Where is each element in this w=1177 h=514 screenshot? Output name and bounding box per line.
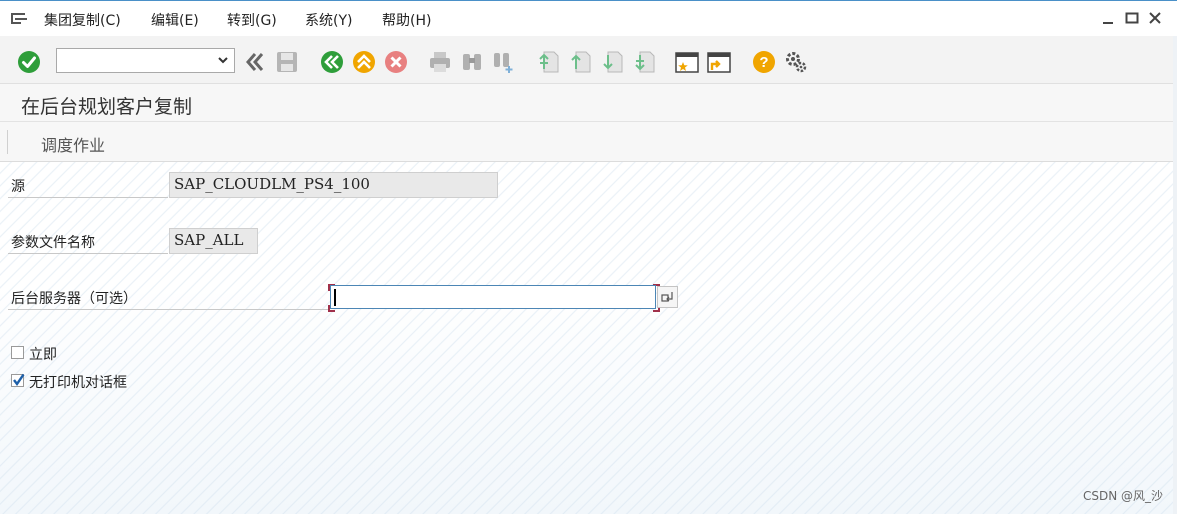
value-help-icon (661, 292, 673, 302)
minimize-icon[interactable] (1101, 11, 1115, 25)
find-icon[interactable] (460, 50, 484, 74)
menu-bar: 集团复制(C) 编辑(E) 转到(G) 系统(Y) 帮助(H) (0, 0, 1177, 36)
chevron-down-icon[interactable] (218, 56, 228, 64)
first-page-icon[interactable] (536, 50, 560, 74)
window-right-border (1173, 36, 1177, 514)
maximize-icon[interactable] (1125, 11, 1139, 25)
standard-toolbar: ? (0, 36, 1177, 84)
exit-icon[interactable] (352, 50, 376, 74)
server-input-wrapper (328, 284, 660, 312)
text-cursor (334, 289, 336, 306)
server-label-underline (8, 309, 328, 310)
double-chevron-left-icon[interactable] (243, 50, 267, 74)
shortcut-icon[interactable] (707, 50, 731, 74)
menu-edit[interactable]: 编辑(E) (151, 10, 199, 30)
checkmark-icon (13, 373, 25, 387)
last-page-icon[interactable] (632, 50, 656, 74)
help-icon[interactable]: ? (752, 50, 776, 74)
page-title: 在后台规划客户复制 (21, 96, 193, 118)
schedule-job-button[interactable]: 调度作业 (41, 132, 105, 156)
save-icon[interactable] (275, 50, 299, 74)
new-session-icon[interactable] (675, 50, 699, 74)
next-page-icon[interactable] (600, 50, 624, 74)
menu-icon[interactable] (11, 12, 27, 25)
profile-field: SAP_ALL (169, 228, 258, 254)
immediate-checkbox[interactable] (11, 346, 24, 359)
cancel-icon[interactable] (384, 50, 408, 74)
content-area (0, 162, 1177, 514)
no-print-dialog-checkbox[interactable] (11, 373, 25, 387)
title-bar: 在后台规划客户复制 (0, 84, 1177, 122)
immediate-label: 立即 (29, 347, 57, 363)
settings-gear-icon[interactable] (784, 50, 808, 74)
server-label: 后台服务器（可选） (11, 291, 137, 307)
enter-checkmark-icon[interactable] (17, 50, 41, 74)
application-toolbar: 调度作业 (0, 122, 1177, 162)
menu-goto[interactable]: 转到(G) (227, 10, 277, 30)
profile-label-underline (8, 253, 168, 254)
command-input[interactable] (60, 50, 214, 73)
back-icon[interactable] (320, 50, 344, 74)
source-label: 源 (11, 179, 25, 195)
previous-page-icon[interactable] (568, 50, 592, 74)
find-next-icon[interactable] (492, 50, 516, 74)
source-label-underline (8, 197, 168, 198)
profile-label: 参数文件名称 (11, 235, 95, 251)
command-field[interactable] (56, 48, 235, 73)
close-icon[interactable] (1148, 11, 1162, 25)
no-print-dialog-label: 无打印机对话框 (29, 375, 127, 391)
background-server-input[interactable] (330, 285, 656, 309)
menu-help[interactable]: 帮助(H) (382, 10, 431, 30)
watermark: CSDN @风_沙 (1082, 489, 1163, 503)
menu-group-copy[interactable]: 集团复制(C) (44, 10, 121, 30)
value-help-button[interactable] (657, 286, 678, 308)
menu-system[interactable]: 系统(Y) (305, 10, 352, 30)
svg-text:?: ? (759, 54, 768, 71)
print-icon[interactable] (428, 50, 452, 74)
toolbar-separator (7, 130, 8, 154)
source-field: SAP_CLOUDLM_PS4_100 (169, 172, 498, 198)
